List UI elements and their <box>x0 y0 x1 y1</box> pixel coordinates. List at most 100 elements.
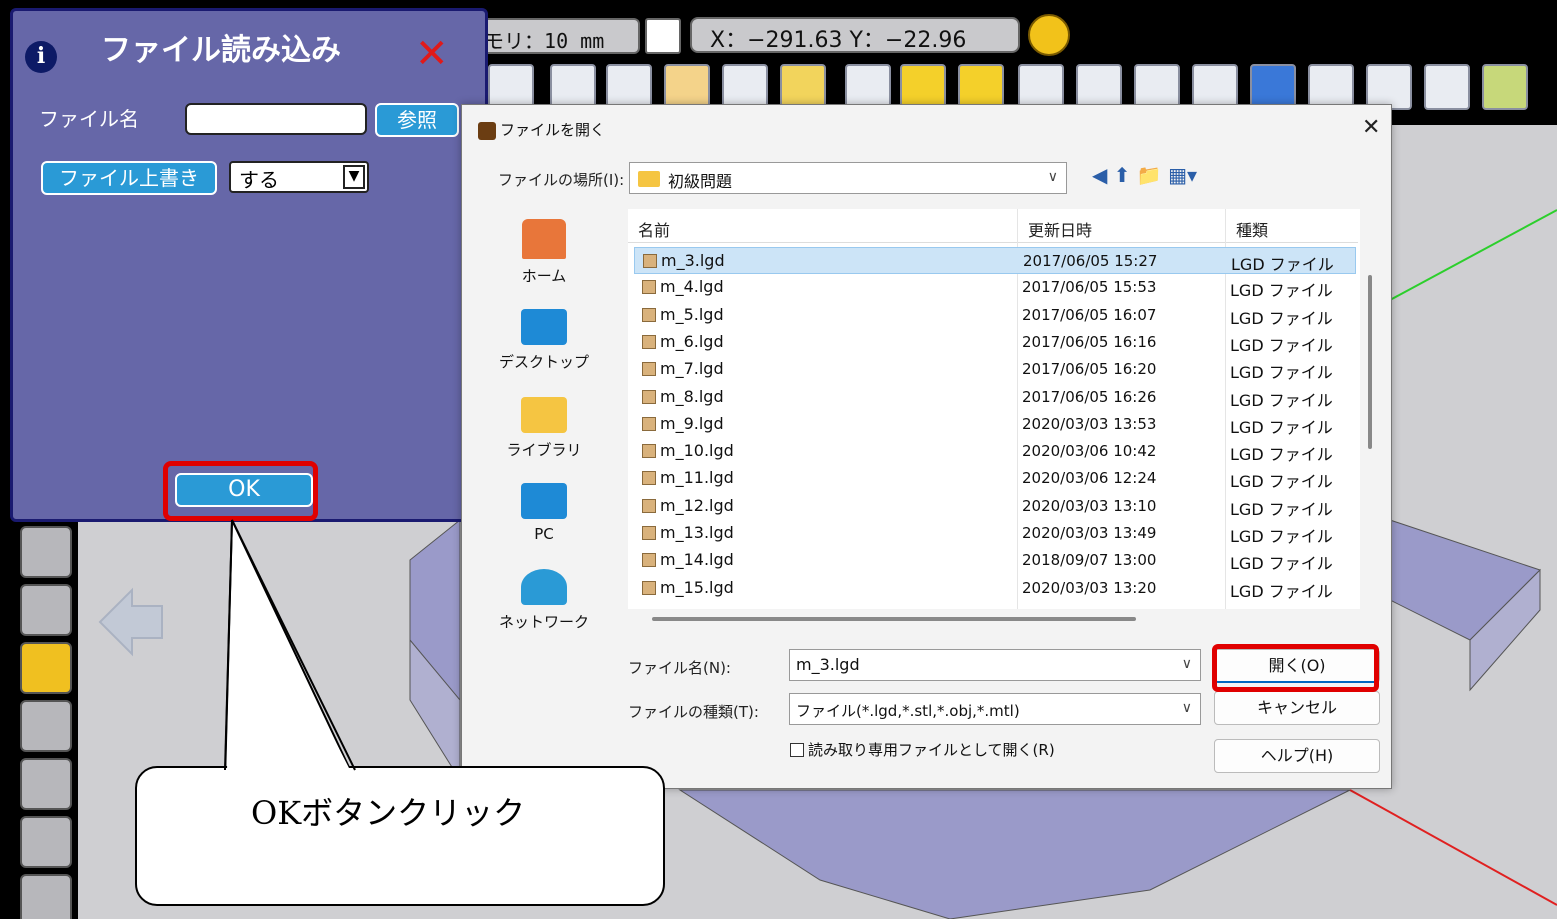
lgd-file-icon <box>642 444 656 459</box>
cone-icon[interactable] <box>20 526 72 578</box>
open-highlight-frame <box>1212 644 1379 692</box>
chevron-down-icon[interactable]: ∨ <box>1182 700 1192 716</box>
file-row[interactable]: m_15.lgd 2020/03/03 13:20 LGD ファイル <box>634 575 1356 602</box>
grid-menu-icon[interactable] <box>1482 64 1528 110</box>
home-icon <box>522 219 566 259</box>
file-row[interactable]: m_4.lgd 2017/06/05 15:53 LGD ファイル <box>634 274 1356 301</box>
lgd-file-icon <box>642 553 656 568</box>
help-button[interactable]: ヘルプ(H) <box>1214 739 1380 773</box>
file-name: m_8.lgd <box>660 386 724 406</box>
lgd-file-icon <box>642 580 656 595</box>
places-bar: ホーム デスクトップ ライブラリ PC ネットワーク <box>494 209 624 639</box>
file-type: LGD ファイル <box>1230 499 1333 519</box>
dialog-filename-input[interactable]: m_3.lgd ∨ <box>789 649 1201 681</box>
memory-dropdown-icon[interactable] <box>645 18 681 54</box>
column-type[interactable]: 種類 <box>1236 217 1268 241</box>
lgd-file-icon <box>642 280 656 295</box>
folder-icon <box>638 171 660 187</box>
3d-view-icon[interactable] <box>1424 64 1470 110</box>
place-pc[interactable]: PC <box>494 483 594 543</box>
file-name: m_5.lgd <box>660 304 724 324</box>
file-name: m_15.lgd <box>660 577 734 597</box>
file-date: 2017/06/05 16:07 <box>1022 305 1157 324</box>
cancel-button[interactable]: キャンセル <box>1214 691 1380 725</box>
vertical-scrollbar[interactable] <box>1368 275 1372 449</box>
file-date: 2017/06/05 16:16 <box>1022 332 1157 351</box>
file-row[interactable]: m_13.lgd 2020/03/03 13:49 LGD ファイル <box>634 520 1356 547</box>
ring-icon[interactable] <box>20 700 72 752</box>
chevron-down-icon[interactable]: ∨ <box>1048 169 1058 185</box>
place-library[interactable]: ライブラリ <box>494 397 594 460</box>
column-date[interactable]: 更新日時 <box>1028 217 1092 241</box>
spring-icon[interactable] <box>20 874 72 919</box>
dialog-filename-value: m_3.lgd <box>796 655 860 674</box>
network-icon <box>521 569 567 605</box>
place-home[interactable]: ホーム <box>494 219 594 286</box>
ok-highlight-frame <box>163 461 318 521</box>
instruction-callout: OKボタンクリック <box>135 766 665 906</box>
close-icon[interactable]: ✕ <box>415 31 449 77</box>
readonly-label: 読み取り専用ファイルとして開く(R) <box>808 741 1055 759</box>
readonly-checkbox[interactable]: 読み取り専用ファイルとして開く(R) <box>790 739 1055 760</box>
chevron-down-icon[interactable]: ∨ <box>1182 656 1192 672</box>
file-row[interactable]: m_12.lgd 2020/03/03 13:10 LGD ファイル <box>634 493 1356 520</box>
lgd-file-icon <box>642 526 656 540</box>
lgd-file-icon <box>642 471 656 486</box>
file-type: LGD ファイル <box>1230 417 1333 437</box>
browse-button[interactable]: 参照 <box>375 103 459 137</box>
file-row[interactable]: m_5.lgd 2017/06/05 16:07 LGD ファイル <box>634 302 1356 329</box>
cursor-tool-icon[interactable] <box>1028 14 1070 56</box>
checkbox-icon[interactable] <box>790 743 804 757</box>
lgd-file-icon <box>642 389 656 404</box>
file-date: 2020/03/03 13:20 <box>1022 578 1157 597</box>
file-name: m_10.lgd <box>660 441 734 461</box>
file-type: LGD ファイル <box>1230 527 1333 546</box>
file-row[interactable]: m_8.lgd 2017/06/05 16:26 LGD ファイル <box>634 384 1356 411</box>
info-icon: i <box>25 41 57 73</box>
filename-label: ファイル名 <box>39 107 139 131</box>
chevron-down-icon[interactable]: ▼ <box>343 165 365 189</box>
place-label: ホーム <box>521 267 567 285</box>
place-desktop[interactable]: デスクトップ <box>494 309 594 372</box>
box-import-icon[interactable] <box>20 642 72 694</box>
file-row[interactable]: m_14.lgd 2018/09/07 13:00 LGD ファイル <box>634 547 1356 574</box>
callout-text: OKボタンクリック <box>251 794 526 832</box>
overwrite-select[interactable]: する ▼ <box>229 161 369 193</box>
text-tool-icon[interactable] <box>20 584 72 636</box>
place-network[interactable]: ネットワーク <box>494 569 594 632</box>
file-type: LGD ファイル <box>1230 554 1333 574</box>
dialog-close-icon[interactable]: ✕ <box>1362 115 1380 140</box>
place-label: PC <box>534 525 554 543</box>
file-row[interactable]: m_7.lgd 2017/06/05 16:20 LGD ファイル <box>634 356 1356 383</box>
lgd-file-icon <box>642 307 656 322</box>
overwrite-button[interactable]: ファイル上書き <box>41 161 217 195</box>
file-date: 2017/06/05 15:27 <box>1023 252 1158 270</box>
lgd-file-icon <box>642 416 656 431</box>
blocks-icon[interactable] <box>20 816 72 868</box>
hexagon-icon[interactable] <box>20 758 72 810</box>
filetype-select[interactable]: ファイル(*.lgd,*.stl,*.obj,*.mtl) ∨ <box>789 693 1201 725</box>
file-type: LGD ファイル <box>1230 308 1333 328</box>
dialog-title: ファイルを開く <box>500 121 606 139</box>
place-label: ライブラリ <box>506 441 582 459</box>
dialog-filename-label: ファイル名(N): <box>628 659 731 677</box>
lgd-file-icon <box>642 362 656 377</box>
file-type: LGD ファイル <box>1230 472 1333 492</box>
filetype-label: ファイルの種類(T): <box>628 703 759 721</box>
overwrite-value: する <box>239 168 279 192</box>
file-row[interactable]: m_3.lgd 2017/06/05 15:27 LGD ファイル <box>634 247 1356 274</box>
filename-input[interactable] <box>185 103 367 135</box>
file-row[interactable]: m_9.lgd 2020/03/03 13:53 LGD ファイル <box>634 411 1356 438</box>
nav-toolbar-icons[interactable]: ◀ ⬆ 📁 ▦▾ <box>1092 163 1197 187</box>
file-type: LGD ファイル <box>1230 363 1333 383</box>
column-name[interactable]: 名前 <box>638 217 670 241</box>
horizontal-scrollbar[interactable] <box>652 617 1136 621</box>
lgd-file-icon <box>642 498 656 513</box>
file-row[interactable]: m_10.lgd 2020/03/06 10:42 LGD ファイル <box>634 438 1356 465</box>
file-row[interactable]: m_11.lgd 2020/03/06 12:24 LGD ファイル <box>634 465 1356 492</box>
location-combo[interactable]: 初級問題 ∨ <box>629 162 1067 194</box>
file-name: m_14.lgd <box>660 550 734 570</box>
file-row[interactable]: m_6.lgd 2017/06/05 16:16 LGD ファイル <box>634 329 1356 356</box>
file-name: m_4.lgd <box>660 277 724 297</box>
file-type: LGD ファイル <box>1231 255 1334 274</box>
